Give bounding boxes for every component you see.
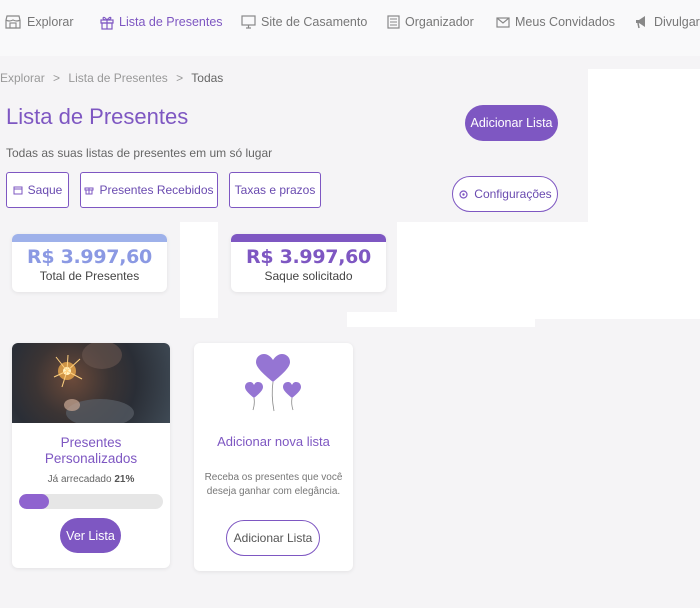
blank-panel: [180, 222, 218, 318]
blank-panel: [588, 69, 700, 227]
breadcrumb-current: Todas: [191, 71, 224, 85]
breadcrumb-explorar[interactable]: Explorar: [0, 71, 45, 85]
stat-card-total: R$ 3.997,60 Total de Presentes: [12, 234, 167, 292]
breadcrumb-lista-de-presentes[interactable]: Lista de Presentes: [68, 71, 167, 85]
monitor-icon: [241, 15, 256, 29]
nav-item-divulgar[interactable]: Divulgar: [634, 13, 700, 31]
breadcrumb: Explorar > Lista de Presentes > Todas: [0, 71, 223, 85]
notebook-icon: [387, 15, 400, 29]
megaphone-icon: [636, 16, 645, 29]
raised-label: Já arrecadado: [47, 474, 112, 485]
stat-label: Saque solicitado: [264, 269, 353, 283]
gift-icon: [100, 16, 114, 30]
stat-card-bar: [12, 234, 167, 242]
progress-fill: [19, 494, 50, 509]
nav-item-lista-de-presentes[interactable]: Lista de Presentes: [100, 13, 223, 31]
nav-item-site-de-casamento[interactable]: Site de Casamento: [241, 13, 367, 31]
tab-saque[interactable]: Saque: [6, 172, 69, 208]
tab-label: Presentes Recebidos: [99, 183, 214, 197]
stat-card-saque: R$ 3.997,60 Saque solicitado: [231, 234, 386, 292]
gift-list-card: Presentes Personalizados Já arrecadado 2…: [12, 343, 170, 568]
wallet-icon: [13, 186, 23, 195]
stat-card-bar: [231, 234, 386, 242]
sparkler-icon: [53, 343, 134, 427]
nav-item-organizador[interactable]: Organizador: [386, 13, 474, 31]
page-title: Lista de Presentes: [6, 104, 189, 129]
balloons-icon: [245, 354, 301, 412]
gear-icon: [459, 189, 468, 199]
card-description: Receba os presentes que você deseja ganh…: [204, 472, 343, 497]
top-nav: Explorar Lista de Presentes Site de Casa…: [0, 0, 700, 56]
card-photo: [12, 343, 170, 427]
add-list-card: Adicionar nova lista Receba os presentes…: [194, 343, 353, 571]
settings-button-label: Configurações: [474, 187, 552, 201]
nav-label: Explorar: [27, 15, 74, 29]
blank-panel: [347, 312, 535, 327]
blank-panel: [397, 222, 700, 319]
nav-label: Site de Casamento: [261, 15, 368, 29]
card-title: Presentes Personalizados: [44, 435, 138, 466]
tab-taxas-e-prazos[interactable]: Taxas e prazos: [229, 172, 321, 208]
tab-label: Saque: [27, 183, 63, 197]
breadcrumb-separator: >: [176, 71, 184, 85]
nav-item-meus-convidados[interactable]: Meus Convidados: [496, 13, 615, 31]
card-title: Adicionar nova lista: [217, 434, 330, 449]
nav-item-explorar[interactable]: Explorar: [4, 13, 74, 31]
nav-label: Lista de Presentes: [119, 15, 223, 29]
add-list-card-button[interactable]: Adicionar Lista: [226, 520, 320, 556]
envelope-icon: [496, 16, 510, 28]
nav-label: Divulgar: [654, 15, 700, 29]
stat-label: Total de Presentes: [39, 269, 140, 283]
nav-label: Meus Convidados: [515, 15, 616, 29]
breadcrumb-separator: >: [53, 71, 61, 85]
stat-value: R$ 3.997,60: [246, 246, 371, 268]
store-icon: [5, 15, 21, 29]
progress-bar: [19, 494, 163, 509]
gift-icon: [84, 187, 94, 195]
tab-label: Taxas e prazos: [234, 183, 316, 197]
raised-text: Já arrecadado 21%: [12, 474, 170, 485]
nav-label: Organizador: [405, 15, 474, 29]
stat-value: R$ 3.997,60: [27, 246, 152, 268]
add-list-button[interactable]: Adicionar Lista: [465, 105, 558, 141]
page-subtitle: Todas as suas listas de presentes em um …: [6, 146, 273, 160]
view-list-button[interactable]: Ver Lista: [60, 518, 121, 553]
settings-button[interactable]: Configurações: [452, 176, 558, 212]
raised-percent: 21%: [114, 474, 135, 485]
tab-presentes-recebidos[interactable]: Presentes Recebidos: [80, 172, 218, 208]
